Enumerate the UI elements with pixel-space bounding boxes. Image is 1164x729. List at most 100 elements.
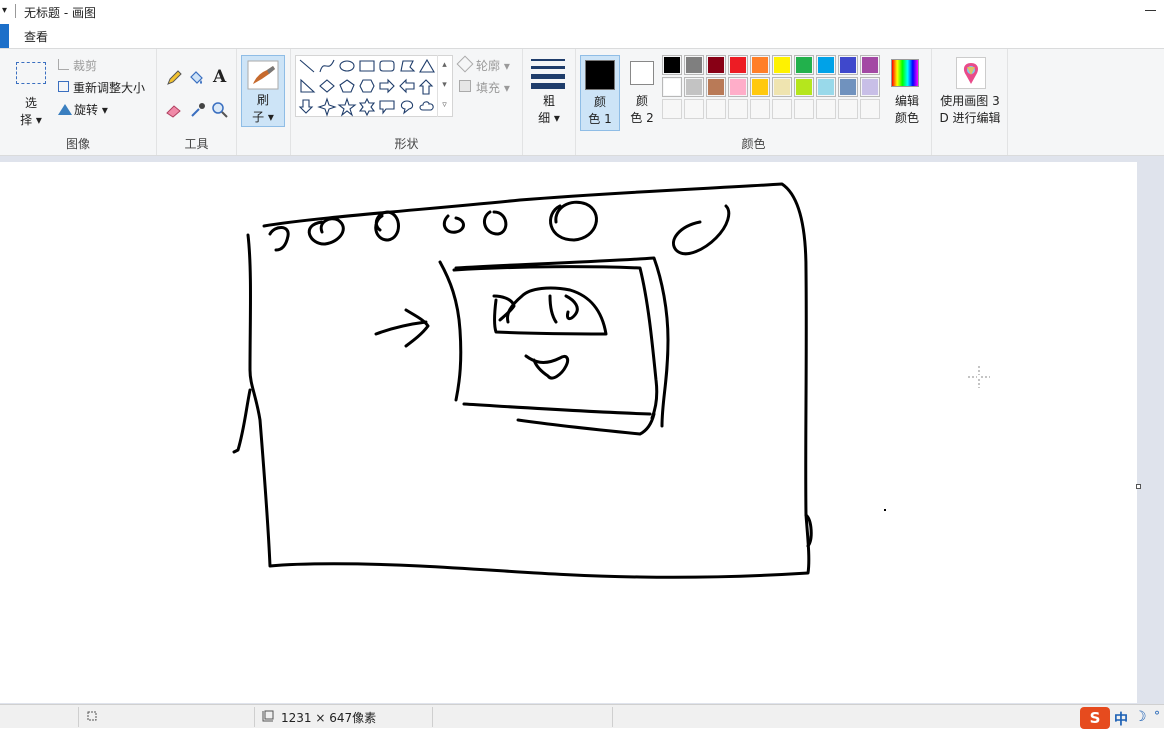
four-star-shape-icon[interactable] xyxy=(317,97,337,117)
sketch-loop-5 xyxy=(482,210,508,236)
brush-button[interactable]: 刷 子 ▾ xyxy=(241,55,285,127)
palette-swatch[interactable] xyxy=(662,55,682,75)
status-separator xyxy=(432,707,433,727)
palette-swatch[interactable] xyxy=(728,55,748,75)
fill-bucket-icon[interactable] xyxy=(187,69,205,87)
left-arrow-shape-icon[interactable] xyxy=(399,78,415,94)
sketch-inner-box-1 xyxy=(438,260,659,420)
sketch-loop-7 xyxy=(672,204,731,256)
tab-file[interactable] xyxy=(0,24,9,48)
line-shape-icon[interactable] xyxy=(299,59,315,73)
palette-swatch[interactable] xyxy=(838,55,858,75)
palette-swatch[interactable] xyxy=(772,55,792,75)
right-arrow-shape-icon[interactable] xyxy=(379,78,395,94)
diamond-shape-icon[interactable] xyxy=(319,79,335,93)
rect-callout-shape-icon[interactable] xyxy=(379,100,395,115)
outline-label: 轮廓 xyxy=(476,59,501,73)
palette-swatch[interactable] xyxy=(662,99,682,119)
size-button[interactable]: 粗 细 ▾ xyxy=(529,55,569,127)
ime-more-icon[interactable]: ° xyxy=(1154,709,1160,723)
outline-button[interactable]: 轮廓 ▾ xyxy=(456,55,510,74)
select-button[interactable]: 选 择 ▾ xyxy=(10,57,52,132)
palette-swatch[interactable] xyxy=(728,99,748,119)
five-star-shape-icon[interactable] xyxy=(337,97,357,117)
drawing-canvas[interactable] xyxy=(0,162,1137,703)
sketch-loop-6 xyxy=(549,200,598,242)
minimize-button[interactable] xyxy=(1145,10,1156,11)
sketch-left-tick xyxy=(232,388,252,454)
palette-swatch[interactable] xyxy=(750,99,770,119)
resize-handle-right[interactable] xyxy=(1136,484,1141,489)
palette-swatch[interactable] xyxy=(750,55,770,75)
quick-access-dropdown[interactable]: ▾ xyxy=(2,5,7,16)
down-arrow-shape-icon[interactable] xyxy=(298,99,314,114)
palette-swatch[interactable] xyxy=(706,55,726,75)
palette-swatch[interactable] xyxy=(750,77,770,97)
triangle-shape-icon[interactable] xyxy=(419,58,435,73)
magnifier-icon[interactable] xyxy=(211,101,229,119)
palette-swatch[interactable] xyxy=(684,77,704,97)
palette-swatch[interactable] xyxy=(684,99,704,119)
sketch-drawing xyxy=(232,182,813,579)
resize-icon xyxy=(58,81,69,92)
tab-view[interactable]: 查看 xyxy=(24,28,48,45)
status-bar: 1231 × 647像素 S 中 ☽ ° xyxy=(0,704,1164,729)
title-bar: ▾ 无标题 - 画图 xyxy=(0,0,1164,24)
hexagon-shape-icon[interactable] xyxy=(359,79,375,93)
sketch-loop-3 xyxy=(374,210,400,242)
cloud-callout-shape-icon[interactable] xyxy=(419,101,434,111)
image-group: 选 择 ▾ 裁剪 重新调整大小 旋转 ▾ 图像 xyxy=(0,49,157,155)
palette-swatch[interactable] xyxy=(860,55,880,75)
color1-button[interactable]: 颜 色 1 xyxy=(580,55,620,131)
pencil-icon[interactable] xyxy=(165,69,183,87)
palette-swatch[interactable] xyxy=(860,77,880,97)
rotate-icon xyxy=(58,104,72,115)
text-tool-icon[interactable]: A xyxy=(213,67,226,87)
rectangle-shape-icon[interactable] xyxy=(359,60,375,72)
paint3d-button[interactable]: 使用画图 3 D 进行编辑 xyxy=(934,55,1006,131)
palette-swatch[interactable] xyxy=(772,77,792,97)
rotate-button[interactable]: 旋转 ▾ xyxy=(58,101,108,118)
sogou-logo-icon: S xyxy=(1080,707,1110,729)
moon-icon[interactable]: ☽ xyxy=(1134,709,1147,725)
up-arrow-shape-icon[interactable] xyxy=(418,79,434,95)
polygon-shape-icon[interactable] xyxy=(400,60,416,72)
right-triangle-shape-icon[interactable] xyxy=(300,78,316,93)
fill-button[interactable]: 填充 ▾ xyxy=(459,79,510,96)
color2-button[interactable]: 颜 色 2 xyxy=(624,55,660,131)
six-star-shape-icon[interactable] xyxy=(358,97,376,117)
crop-button[interactable]: 裁剪 xyxy=(58,57,97,74)
eraser-icon[interactable] xyxy=(165,101,183,119)
ime-language[interactable]: 中 xyxy=(1114,709,1128,729)
oval-shape-icon[interactable] xyxy=(339,60,355,72)
pentagon-shape-icon[interactable] xyxy=(339,79,355,93)
palette-swatch[interactable] xyxy=(794,55,814,75)
edit-colors-label-1: 编辑 xyxy=(894,94,919,108)
rounded-rect-shape-icon[interactable] xyxy=(379,60,395,72)
palette-swatch[interactable] xyxy=(706,99,726,119)
palette-swatch[interactable] xyxy=(728,77,748,97)
edit-colors-button[interactable]: 编辑 颜色 xyxy=(886,55,928,131)
oval-callout-shape-icon[interactable] xyxy=(400,100,414,115)
sketch-loop-2 xyxy=(307,217,345,246)
palette-swatch[interactable] xyxy=(860,99,880,119)
palette-swatch[interactable] xyxy=(772,99,792,119)
resize-button[interactable]: 重新调整大小 xyxy=(58,79,145,96)
color-picker-icon[interactable] xyxy=(189,101,207,119)
palette-swatch[interactable] xyxy=(838,77,858,97)
palette-swatch[interactable] xyxy=(706,77,726,97)
vertical-scrollbar[interactable] xyxy=(1137,156,1164,704)
canvas-size-text: 1231 × 647像素 xyxy=(281,711,377,725)
palette-swatch[interactable] xyxy=(838,99,858,119)
palette-swatch[interactable] xyxy=(816,99,836,119)
palette-swatch[interactable] xyxy=(794,77,814,97)
palette-swatch[interactable] xyxy=(684,55,704,75)
palette-swatch[interactable] xyxy=(662,77,682,97)
status-separator xyxy=(254,707,255,727)
curve-shape-icon[interactable] xyxy=(319,59,335,73)
shapes-scrollbar[interactable]: ▴ ▾ ▿ xyxy=(437,55,451,117)
palette-swatch[interactable] xyxy=(794,99,814,119)
palette-swatch[interactable] xyxy=(816,77,836,97)
brush-label-1: 刷 xyxy=(256,93,269,107)
palette-swatch[interactable] xyxy=(816,55,836,75)
